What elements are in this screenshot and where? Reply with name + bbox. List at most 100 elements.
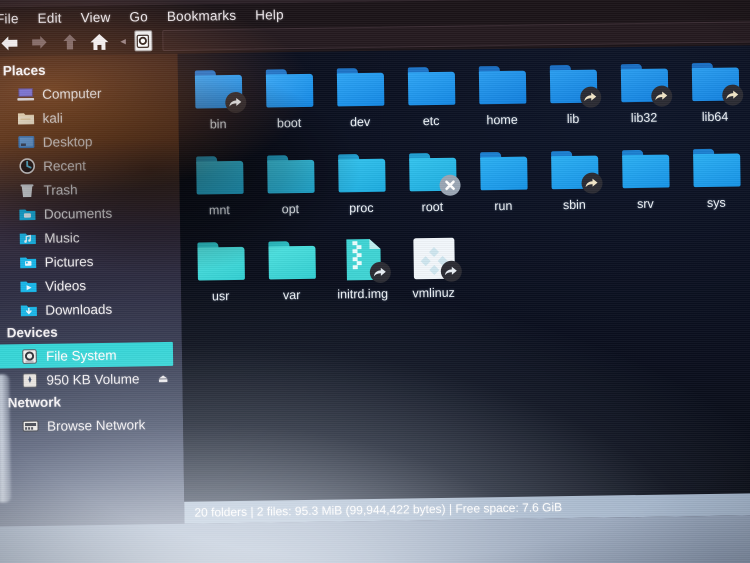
chevron-left-icon: ◂ bbox=[120, 35, 127, 48]
sidebar-item-pictures[interactable]: Pictures bbox=[0, 248, 181, 275]
folder-icon bbox=[261, 66, 316, 112]
home-button[interactable] bbox=[86, 30, 112, 53]
filesystem-disk-icon bbox=[136, 34, 150, 48]
folder-icon bbox=[193, 239, 248, 285]
folder-icon bbox=[547, 148, 603, 194]
thunar-window: / - Thunar File Edit View Go Bookmarks H… bbox=[0, 0, 750, 563]
sidebar-item-recent[interactable]: Recent bbox=[0, 152, 179, 179]
file-name: var bbox=[282, 288, 301, 303]
breadcrumb-root-button[interactable] bbox=[133, 30, 153, 52]
file-item-etc[interactable]: etc bbox=[395, 60, 467, 147]
sidebar-item-950-kb-volume[interactable]: 950 KB Volume ⏏ bbox=[0, 366, 183, 393]
home-folder-icon bbox=[17, 110, 35, 125]
file-name: dev bbox=[349, 114, 371, 130]
file-name: initrd.img bbox=[337, 286, 389, 302]
symlink-emblem-icon bbox=[580, 172, 603, 194]
icon-row: usr var initrd.img vmlinuz bbox=[184, 227, 750, 322]
file-item-sbin[interactable]: sbin bbox=[538, 143, 610, 230]
document-file-icon bbox=[406, 236, 462, 282]
symlink-emblem-icon bbox=[721, 84, 743, 106]
sidebar-item-videos[interactable]: Videos bbox=[0, 272, 181, 299]
eject-icon[interactable]: ⏏ bbox=[158, 371, 169, 384]
access-denied-emblem-icon bbox=[438, 174, 461, 196]
sidebar-label: kali bbox=[42, 110, 63, 126]
menu-go[interactable]: Go bbox=[129, 9, 148, 24]
sidebar-item-documents[interactable]: Documents bbox=[0, 200, 180, 227]
file-name: home bbox=[486, 112, 518, 128]
symlink-emblem-icon bbox=[579, 86, 601, 108]
monitor-photo: / - Thunar File Edit View Go Bookmarks H… bbox=[0, 0, 750, 563]
menu-file[interactable]: File bbox=[0, 11, 19, 26]
menu-view[interactable]: View bbox=[81, 9, 111, 24]
file-item-vmlinuz[interactable]: vmlinuz bbox=[397, 232, 469, 319]
menu-edit[interactable]: Edit bbox=[37, 10, 61, 25]
sidebar-label: Computer bbox=[42, 85, 102, 102]
sidebar-label: Documents bbox=[43, 205, 113, 222]
file-item-home[interactable]: home bbox=[466, 58, 538, 145]
file-item-opt[interactable]: opt bbox=[254, 148, 326, 235]
sidebar-item-desktop[interactable]: Desktop bbox=[0, 128, 179, 155]
sidebar-item-browse-network[interactable]: Browse Network bbox=[0, 412, 183, 439]
sidebar-label: Recent bbox=[43, 157, 87, 174]
file-item-lib32[interactable]: lib32 bbox=[608, 56, 680, 143]
desktop-icon bbox=[18, 134, 35, 149]
file-item-srv[interactable]: srv bbox=[609, 142, 681, 229]
symlink-emblem-icon bbox=[224, 91, 246, 114]
file-name: boot bbox=[276, 115, 302, 131]
file-item-dev[interactable]: dev bbox=[324, 61, 396, 148]
sidebar-item-music[interactable]: Music bbox=[0, 224, 180, 251]
symlink-emblem-icon bbox=[650, 85, 672, 107]
file-item-var[interactable]: var bbox=[255, 234, 327, 321]
sidebar-heading-places: Places bbox=[2, 62, 46, 79]
sidebar-item-file-system[interactable]: File System bbox=[0, 341, 174, 369]
folder-icon bbox=[616, 61, 672, 107]
menu-bookmarks[interactable]: Bookmarks bbox=[167, 7, 237, 23]
sidebar-label: Desktop bbox=[42, 133, 93, 150]
computer-icon bbox=[17, 86, 35, 101]
file-name: srv bbox=[636, 196, 654, 212]
volume-icon bbox=[21, 372, 38, 388]
sidebar-item-trash[interactable]: Trash bbox=[0, 176, 180, 203]
file-item-initrd-img[interactable]: initrd.img bbox=[326, 233, 398, 320]
file-name: lib64 bbox=[701, 109, 729, 125]
sidebar-label: Browse Network bbox=[46, 416, 146, 434]
file-item-run[interactable]: run bbox=[467, 144, 539, 231]
screen-glare-strip bbox=[0, 374, 12, 503]
sidebar-item-computer[interactable]: Computer bbox=[0, 80, 178, 107]
file-name: lib bbox=[566, 111, 580, 127]
sidebar-places-panel: Places Computer kali Desktop Recent Tras… bbox=[0, 53, 186, 563]
forward-button[interactable] bbox=[26, 31, 52, 54]
sidebar-item-kali[interactable]: kali bbox=[0, 104, 179, 131]
folder-icon bbox=[334, 151, 389, 197]
file-name: bin bbox=[209, 117, 227, 132]
network-icon bbox=[22, 418, 39, 433]
file-item-sys[interactable]: sys bbox=[680, 141, 750, 228]
file-name: sbin bbox=[562, 197, 586, 213]
sidebar-item-downloads[interactable]: Downloads bbox=[0, 296, 182, 323]
file-item-usr[interactable]: usr bbox=[184, 235, 256, 322]
sidebar-label: Trash bbox=[43, 181, 78, 198]
file-icon-view[interactable]: bin boot dev etc home lib lib32 lib64 mn… bbox=[177, 45, 750, 502]
file-item-lib64[interactable]: lib64 bbox=[679, 55, 750, 142]
folder-icon bbox=[618, 146, 673, 192]
file-item-mnt[interactable]: mnt bbox=[183, 149, 255, 236]
symlink-emblem-icon bbox=[369, 261, 391, 283]
folder-icon bbox=[545, 62, 601, 108]
back-button[interactable] bbox=[0, 31, 23, 54]
file-item-boot[interactable]: boot bbox=[253, 62, 325, 149]
clock-icon bbox=[18, 158, 35, 174]
file-item-root[interactable]: root bbox=[396, 146, 468, 233]
home-icon bbox=[90, 33, 109, 50]
icon-grid: bin boot dev etc home lib lib32 lib64 mn… bbox=[178, 45, 750, 322]
menu-help[interactable]: Help bbox=[255, 7, 284, 22]
folder-icon bbox=[263, 152, 318, 198]
file-item-bin[interactable]: bin bbox=[182, 63, 254, 150]
folder-icon bbox=[476, 149, 531, 195]
file-item-lib[interactable]: lib bbox=[537, 57, 609, 144]
archive-file-icon bbox=[335, 237, 391, 283]
up-button[interactable] bbox=[56, 30, 82, 53]
file-name: proc bbox=[349, 200, 374, 216]
file-item-proc[interactable]: proc bbox=[325, 147, 397, 234]
folder-icon bbox=[332, 65, 387, 111]
arrow-up-icon bbox=[62, 34, 76, 50]
